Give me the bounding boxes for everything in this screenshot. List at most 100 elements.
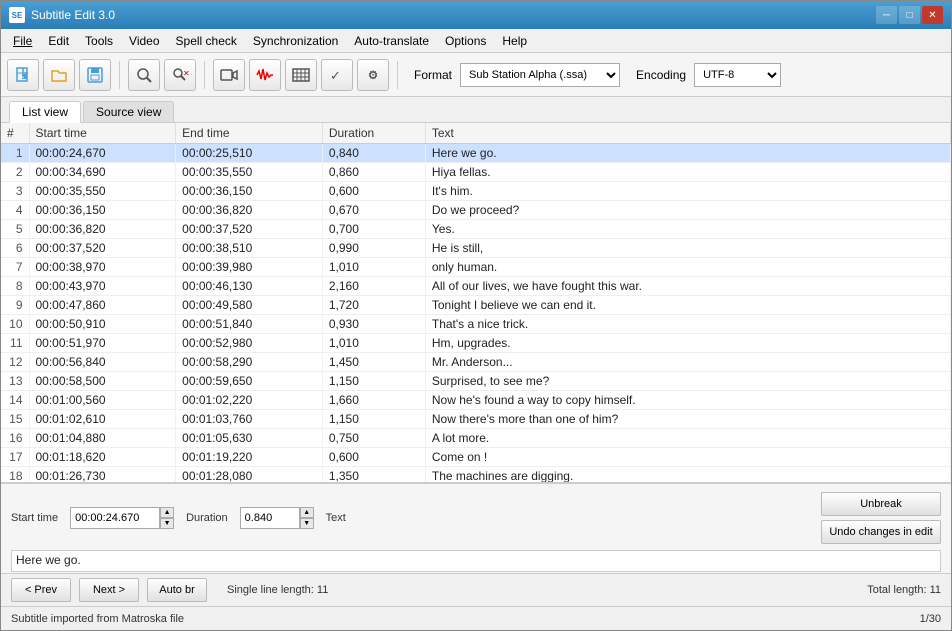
menu-tools[interactable]: Tools (77, 31, 121, 51)
table-row[interactable]: 8 00:00:43,970 00:00:46,130 2,160 All of… (1, 277, 951, 296)
replace-button[interactable]: ✕ (164, 59, 196, 91)
table-row[interactable]: 4 00:00:36,150 00:00:36,820 0,670 Do we … (1, 201, 951, 220)
cell-start: 00:00:50,910 (29, 315, 176, 334)
auto-br-button[interactable]: Auto br (147, 578, 207, 602)
frames-button[interactable] (285, 59, 317, 91)
cell-num: 7 (1, 258, 29, 277)
menu-file[interactable]: File (5, 31, 40, 51)
action-buttons: Unbreak Undo changes in edit (821, 492, 941, 544)
navigation-row: < Prev Next > Auto br Single line length… (1, 573, 951, 606)
cell-end: 00:00:39,980 (176, 258, 323, 277)
col-header-num: # (1, 123, 29, 144)
cell-text: That's a nice trick. (425, 315, 950, 334)
cell-dur: 1,720 (322, 296, 425, 315)
table-row[interactable]: 5 00:00:36,820 00:00:37,520 0,700 Yes. (1, 220, 951, 239)
cell-dur: 0,670 (322, 201, 425, 220)
duration-input[interactable] (240, 507, 300, 529)
duration-down[interactable]: ▼ (300, 518, 314, 529)
cell-num: 10 (1, 315, 29, 334)
text-edit-area: Here we go. (11, 550, 941, 572)
cell-num: 11 (1, 334, 29, 353)
table-row[interactable]: 11 00:00:51,970 00:00:52,980 1,010 Hm, u… (1, 334, 951, 353)
cell-dur: 1,660 (322, 391, 425, 410)
svg-text:✓: ✓ (330, 68, 341, 83)
duration-spinners: ▲ ▼ (300, 507, 314, 529)
cell-num: 9 (1, 296, 29, 315)
menu-options[interactable]: Options (437, 31, 494, 51)
table-row[interactable]: 10 00:00:50,910 00:00:51,840 0,930 That'… (1, 315, 951, 334)
waveform-button[interactable] (249, 59, 281, 91)
table-row[interactable]: 17 00:01:18,620 00:01:19,220 0,600 Come … (1, 448, 951, 467)
minimize-button[interactable]: ─ (876, 6, 897, 24)
cell-text: The machines are digging. (425, 467, 950, 484)
tab-listview[interactable]: List view (9, 101, 81, 123)
video-button[interactable] (213, 59, 245, 91)
cell-text: He is still, (425, 239, 950, 258)
col-header-text: Text (425, 123, 950, 144)
duration-up[interactable]: ▲ (300, 507, 314, 518)
table-row[interactable]: 2 00:00:34,690 00:00:35,550 0,860 Hiya f… (1, 163, 951, 182)
new-button[interactable]: + (7, 59, 39, 91)
maximize-button[interactable]: □ (899, 6, 920, 24)
table-row[interactable]: 16 00:01:04,880 00:01:05,630 0,750 A lot… (1, 429, 951, 448)
save-button[interactable] (79, 59, 111, 91)
spellcheck-button[interactable]: ✓ (321, 59, 353, 91)
cell-end: 00:01:05,630 (176, 429, 323, 448)
cell-start: 00:01:04,880 (29, 429, 176, 448)
table-row[interactable]: 13 00:00:58,500 00:00:59,650 1,150 Surpr… (1, 372, 951, 391)
cell-num: 6 (1, 239, 29, 258)
col-header-end: End time (176, 123, 323, 144)
menu-synchronization[interactable]: Synchronization (245, 31, 346, 51)
close-button[interactable]: ✕ (922, 6, 943, 24)
cell-end: 00:00:36,820 (176, 201, 323, 220)
table-body: 1 00:00:24,670 00:00:25,510 0,840 Here w… (1, 144, 951, 484)
start-time-down[interactable]: ▼ (160, 518, 174, 529)
open-button[interactable] (43, 59, 75, 91)
menu-help[interactable]: Help (494, 31, 535, 51)
cell-text: only human. (425, 258, 950, 277)
table-row[interactable]: 12 00:00:56,840 00:00:58,290 1,450 Mr. A… (1, 353, 951, 372)
unbreak-button[interactable]: Unbreak (821, 492, 941, 516)
menu-video[interactable]: Video (121, 31, 167, 51)
undo-edit-button[interactable]: Undo changes in edit (821, 520, 941, 544)
cell-start: 00:00:36,150 (29, 201, 176, 220)
cell-end: 00:01:02,220 (176, 391, 323, 410)
table-row[interactable]: 6 00:00:37,520 00:00:38,510 0,990 He is … (1, 239, 951, 258)
tab-sourceview[interactable]: Source view (83, 101, 174, 122)
cell-num: 2 (1, 163, 29, 182)
cell-dur: 1,150 (322, 410, 425, 429)
table-row[interactable]: 18 00:01:26,730 00:01:28,080 1,350 The m… (1, 467, 951, 484)
cell-num: 5 (1, 220, 29, 239)
subtitle-list: # Start time End time Duration Text 1 00… (1, 123, 951, 483)
cell-start: 00:01:18,620 (29, 448, 176, 467)
subtitle-table[interactable]: # Start time End time Duration Text 1 00… (1, 123, 951, 483)
window-controls: ─ □ ✕ (876, 6, 943, 24)
cell-end: 00:00:51,840 (176, 315, 323, 334)
cell-start: 00:00:58,500 (29, 372, 176, 391)
cell-text: Hm, upgrades. (425, 334, 950, 353)
start-time-input[interactable] (70, 507, 160, 529)
text-edit-field[interactable]: Here we go. (11, 550, 941, 572)
find-button[interactable] (128, 59, 160, 91)
separator-2 (204, 61, 205, 89)
prev-button[interactable]: < Prev (11, 578, 71, 602)
next-button[interactable]: Next > (79, 578, 139, 602)
table-row[interactable]: 14 00:01:00,560 00:01:02,220 1,660 Now h… (1, 391, 951, 410)
table-row[interactable]: 3 00:00:35,550 00:00:36,150 0,600 It's h… (1, 182, 951, 201)
cell-num: 15 (1, 410, 29, 429)
start-time-up[interactable]: ▲ (160, 507, 174, 518)
cell-end: 00:01:19,220 (176, 448, 323, 467)
single-line-length: Single line length: 11 (227, 584, 328, 596)
table-row[interactable]: 1 00:00:24,670 00:00:25,510 0,840 Here w… (1, 144, 951, 163)
table-row[interactable]: 7 00:00:38,970 00:00:39,980 1,010 only h… (1, 258, 951, 277)
menu-spellcheck[interactable]: Spell check (168, 31, 245, 51)
start-time-label: Start time (11, 512, 58, 524)
table-row[interactable]: 15 00:01:02,610 00:01:03,760 1,150 Now t… (1, 410, 951, 429)
menu-edit[interactable]: Edit (40, 31, 77, 51)
svg-text:+: + (22, 75, 25, 81)
menu-autotranslate[interactable]: Auto-translate (346, 31, 437, 51)
encoding-select[interactable]: UTF-8 UTF-16 ANSI ISO-8859-1 (694, 63, 781, 87)
format-select[interactable]: Sub Station Alpha (.ssa) SubRip (.srt) M… (460, 63, 620, 87)
table-row[interactable]: 9 00:00:47,860 00:00:49,580 1,720 Tonigh… (1, 296, 951, 315)
settings-button[interactable]: ⚙ (357, 59, 389, 91)
